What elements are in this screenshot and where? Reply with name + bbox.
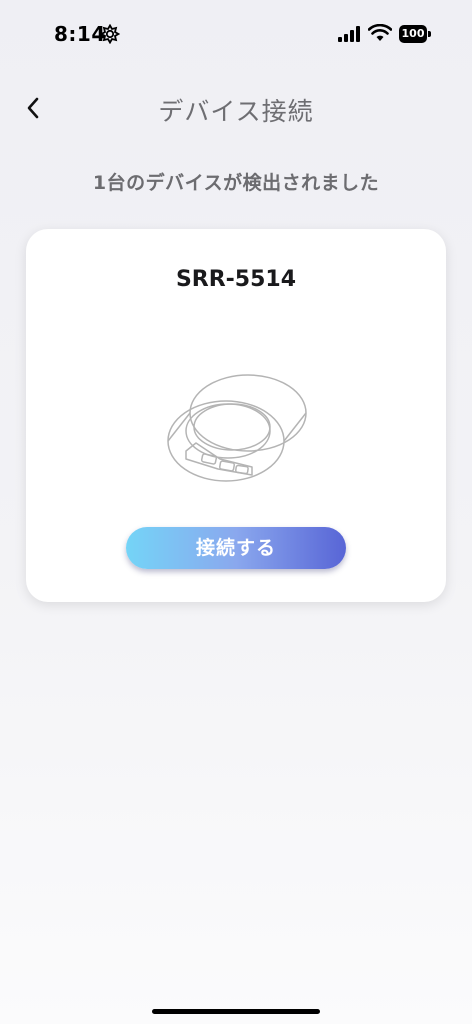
page-title: デバイス接続	[158, 97, 314, 126]
battery-level: 100	[399, 25, 427, 43]
status-time: 8:14	[54, 22, 106, 46]
home-indicator[interactable]	[152, 1009, 320, 1014]
focus-icon	[100, 24, 120, 44]
battery-icon: 100	[399, 25, 431, 43]
wifi-icon	[368, 24, 392, 41]
devices-found-message: 1台のデバイスが検出されました	[92, 172, 380, 194]
battery-cap	[428, 31, 431, 37]
smart-ring-image	[167, 374, 307, 482]
status-bar: 8:14 100	[0, 0, 472, 70]
device-name: SRR-5514	[175, 267, 297, 292]
signal-icon	[338, 26, 360, 42]
connect-button[interactable]: 接続する	[126, 527, 346, 569]
device-card: SRR-5514 接続する	[26, 229, 446, 602]
nav-bar: デバイス接続	[0, 80, 472, 134]
